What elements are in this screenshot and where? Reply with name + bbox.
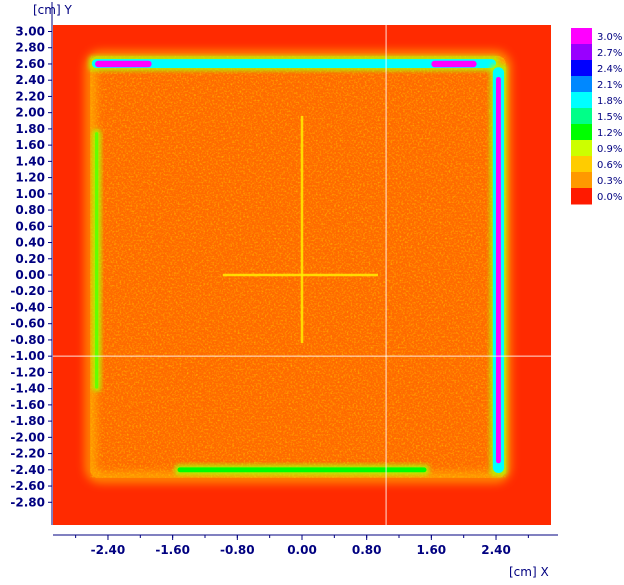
colorbar-label: 0.9% bbox=[597, 144, 622, 155]
y-tick-label: 0.40 bbox=[15, 236, 45, 250]
y-tick-label: -0.60 bbox=[10, 317, 45, 331]
y-tick-label: 0.20 bbox=[15, 252, 45, 266]
y-tick-label: -0.20 bbox=[10, 284, 45, 298]
y-tick-label: 2.60 bbox=[15, 57, 45, 71]
colorbar-swatch bbox=[571, 124, 592, 141]
y-tick-label: -1.60 bbox=[10, 398, 45, 412]
y-tick-label: -1.40 bbox=[10, 382, 45, 396]
colorbar-swatch bbox=[571, 188, 592, 205]
y-tick-label: -1.80 bbox=[10, 414, 45, 428]
y-axis-ticks: 3.00 2.80 2.60 2.40 2.20 2.00 1.80 1.60 1.40 1.20… bbox=[10, 24, 52, 509]
y-axis-label: [cm] Y bbox=[33, 3, 72, 17]
x-tick-label: 1.60 bbox=[417, 543, 447, 557]
y-tick-label: 2.80 bbox=[15, 41, 45, 55]
x-tick-label: 2.40 bbox=[481, 543, 511, 557]
y-tick-label: 2.40 bbox=[15, 73, 45, 87]
colorbar-label: 2.4% bbox=[597, 64, 622, 75]
y-tick-label: 1.20 bbox=[15, 171, 45, 185]
x-tick-label: -1.60 bbox=[155, 543, 190, 557]
colorbar-label: 2.7% bbox=[597, 48, 622, 59]
inner-dose-noise bbox=[90, 55, 506, 478]
colorbar-label: 1.8% bbox=[597, 96, 622, 107]
y-tick-label: 0.80 bbox=[15, 203, 45, 217]
plot-area bbox=[53, 25, 551, 525]
colorbar-swatch bbox=[571, 140, 592, 157]
colorbar-label: 1.5% bbox=[597, 112, 622, 123]
colorbar-swatch bbox=[571, 92, 592, 109]
colorbar-label: 0.3% bbox=[597, 176, 622, 187]
left-line bbox=[95, 132, 99, 389]
y-tick-label: -1.20 bbox=[10, 365, 45, 379]
x-tick-label: -2.40 bbox=[91, 543, 126, 557]
bottom-bar bbox=[177, 467, 427, 473]
y-tick-label: -2.40 bbox=[10, 463, 45, 477]
top-bar-right-end bbox=[431, 60, 477, 68]
y-tick-label: -2.60 bbox=[10, 479, 45, 493]
colorbar-label: 2.1% bbox=[597, 80, 622, 91]
colorbar-swatch bbox=[571, 172, 592, 189]
y-tick-label: -1.00 bbox=[10, 349, 45, 363]
y-tick-label: -2.00 bbox=[10, 430, 45, 444]
colorbar-label: 1.2% bbox=[597, 128, 622, 139]
x-axis-label: [cm] X bbox=[509, 565, 549, 579]
y-tick-label: 1.80 bbox=[15, 122, 45, 136]
y-tick-label: -2.20 bbox=[10, 447, 45, 461]
y-tick-label: 2.00 bbox=[15, 106, 45, 120]
colorbar-swatch bbox=[571, 108, 592, 125]
colorbar-swatch bbox=[571, 76, 592, 93]
x-tick-label: -0.80 bbox=[220, 543, 255, 557]
right-bar-core bbox=[496, 76, 501, 464]
y-tick-label: 2.20 bbox=[15, 89, 45, 103]
top-bar-left-end bbox=[95, 60, 152, 68]
y-tick-label: 1.60 bbox=[15, 138, 45, 152]
y-tick-label: 0.60 bbox=[15, 219, 45, 233]
y-tick-label: -2.80 bbox=[10, 495, 45, 509]
y-tick-label: -0.80 bbox=[10, 333, 45, 347]
x-tick-label: 0.80 bbox=[352, 543, 382, 557]
y-tick-label: -0.40 bbox=[10, 300, 45, 314]
dose-heatmap-chart: 3.00 2.80 2.60 2.40 2.20 2.00 1.80 1.60 1.40 1.20… bbox=[0, 0, 624, 581]
colorbar-swatch bbox=[571, 44, 592, 61]
colorbar-swatch bbox=[571, 60, 592, 77]
y-tick-label: 1.00 bbox=[15, 187, 45, 201]
x-tick-label: 0.00 bbox=[287, 543, 317, 557]
y-tick-label: 0.00 bbox=[15, 268, 45, 282]
colorbar-label: 0.0% bbox=[597, 192, 622, 203]
colorbar-label: 3.0% bbox=[597, 32, 622, 43]
colorbar-legend: 3.0% 2.7% 2.4% 2.1% 1.8% 1.5% 1.2% 0.9% 0.6% 0.3%… bbox=[571, 28, 622, 205]
colorbar-label: 0.6% bbox=[597, 160, 622, 171]
y-tick-label: 3.00 bbox=[15, 24, 45, 38]
chart-svg: 3.00 2.80 2.60 2.40 2.20 2.00 1.80 1.60 1.40 1.20… bbox=[10, 2, 622, 579]
y-tick-label: 1.40 bbox=[15, 154, 45, 168]
colorbar-swatch bbox=[571, 28, 592, 45]
x-axis-ticks: -2.40 -1.60 -0.80 0.00 0.80 1.60 2.40 bbox=[75, 535, 529, 557]
colorbar-swatch bbox=[571, 156, 592, 173]
